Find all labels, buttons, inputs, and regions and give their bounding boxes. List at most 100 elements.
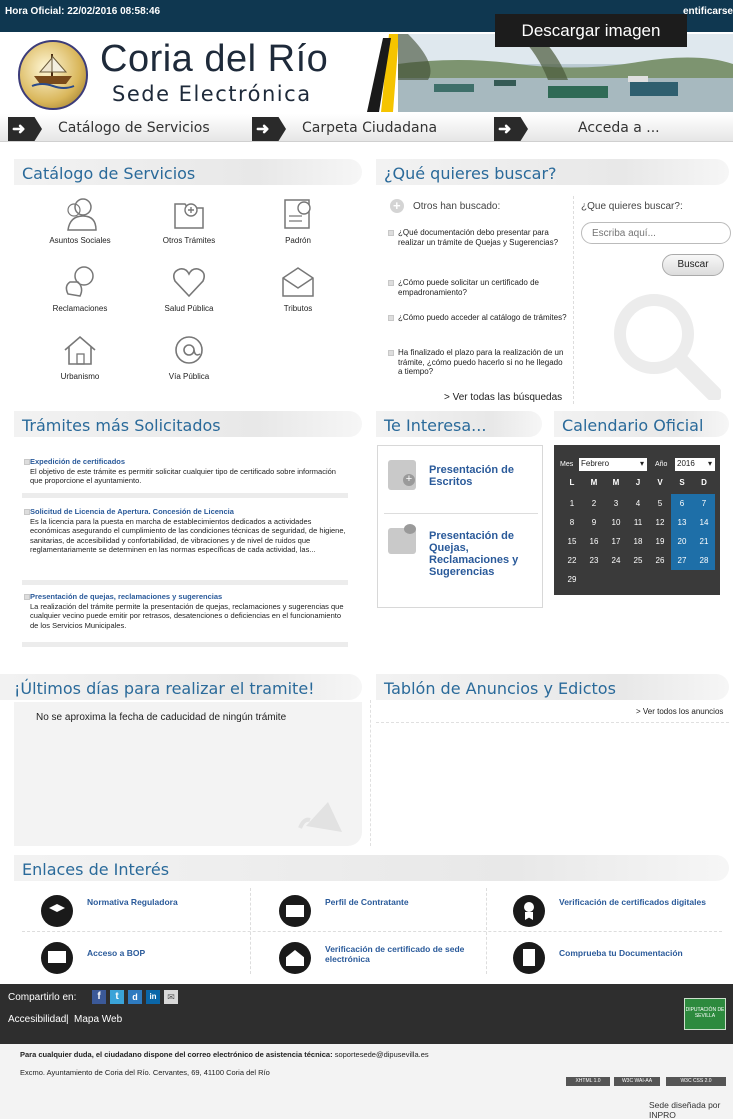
bullet-icon	[24, 594, 30, 600]
support-email[interactable]: soportesede@dipusevilla.es	[335, 1050, 429, 1059]
ultimos-panel: No se aproxima la fecha de caducidad de …	[14, 702, 362, 846]
calendar-day[interactable]: 9	[583, 513, 605, 532]
calendar-day[interactable]: 8	[561, 513, 583, 532]
tramite-title[interactable]: Expedición de certificados	[30, 457, 346, 467]
tramite-title[interactable]: Solicitud de Licencia de Apertura. Conce…	[30, 507, 346, 517]
calendar-day[interactable]: 5	[649, 494, 671, 513]
service-salud-publica[interactable]: Salud Pública	[134, 264, 244, 313]
xhtml-badge[interactable]: XHTML 1.0	[566, 1077, 610, 1086]
divider	[376, 722, 729, 723]
delicious-icon[interactable]: d	[128, 990, 142, 1004]
nav-acceda[interactable]: ➜ Acceda a ...	[494, 114, 724, 142]
weekday: M	[612, 478, 620, 487]
calendar-day[interactable]: 7	[693, 494, 715, 513]
tramite-item[interactable]: Solicitud de Licencia de Apertura. Conce…	[24, 507, 346, 555]
calendar-day[interactable]: 20	[671, 532, 693, 551]
busqueda-heading: ¿Qué quieres buscar?	[376, 159, 729, 185]
search-suggestion[interactable]: ¿Cómo puedo acceder al catálogo de trámi…	[388, 313, 568, 323]
calendar-day[interactable]: 6	[671, 494, 693, 513]
search-suggestion[interactable]: ¿Cómo puede solicitar un certificado de …	[388, 278, 568, 297]
calendar-day[interactable]: 15	[561, 532, 583, 551]
catalogo-heading: Catálogo de Servicios	[14, 159, 362, 185]
service-label: Reclamaciones	[52, 304, 108, 313]
twitter-icon[interactable]: t	[110, 990, 124, 1004]
chat-bubbles-icon	[65, 266, 94, 297]
wai-badge[interactable]: W3C WAI-AA	[614, 1077, 660, 1086]
search-suggestion[interactable]: Ha finalizado el plazo para la realizaci…	[388, 348, 568, 377]
search-input[interactable]	[581, 222, 731, 244]
designed-by: Sede diseñada por INPRO	[649, 1100, 721, 1119]
service-otros-tramites[interactable]: Otros Trámites	[134, 196, 244, 245]
email-share-icon[interactable]: ✉	[164, 990, 178, 1004]
calendar-day[interactable]: 4	[627, 494, 649, 513]
service-asuntos-sociales[interactable]: Asuntos Sociales	[25, 196, 135, 245]
linkedin-icon[interactable]: in	[146, 990, 160, 1004]
calendar-day[interactable]: 16	[583, 532, 605, 551]
nav-carpeta[interactable]: ➜ Carpeta Ciudadana	[252, 114, 482, 142]
calendar-day[interactable]: 24	[605, 551, 627, 570]
accesibilidad-link[interactable]: Accesibilidad	[8, 1014, 66, 1025]
id-card-icon	[279, 895, 311, 927]
calendar-day[interactable]: 3	[605, 494, 627, 513]
calendar-day[interactable]: 23	[583, 551, 605, 570]
search-suggestion[interactable]: ¿Qué documentación debo presentar para r…	[388, 228, 568, 247]
calendar-day[interactable]: 1	[561, 494, 583, 513]
document-add-icon: +	[388, 460, 416, 490]
weekday-row: L M M J V S D	[554, 473, 720, 492]
service-tributos[interactable]: Tributos	[243, 264, 353, 313]
calendar-day[interactable]: 27	[671, 551, 693, 570]
service-via-publica[interactable]: Vía Pública	[134, 332, 244, 381]
calendar-day[interactable]: 14	[693, 513, 715, 532]
mes-label: Mes	[560, 461, 574, 468]
diputacion-sevilla-logo[interactable]: DIPUTACIÓN DE SEVILLA	[684, 998, 726, 1030]
interesa-heading: Te Interesa...	[376, 411, 542, 437]
css-badge[interactable]: W3C CSS 2.0	[666, 1077, 726, 1086]
calendar-day[interactable]: 19	[649, 532, 671, 551]
calendar-day[interactable]: 21	[693, 532, 715, 551]
identify-link[interactable]: entificarse	[683, 6, 733, 17]
month-select[interactable]: Febrero ▾	[579, 458, 647, 471]
calendar-day[interactable]: 11	[627, 513, 649, 532]
plus-circle-icon: +	[390, 198, 404, 213]
service-padron[interactable]: Padrón	[243, 196, 353, 245]
enlace-verificacion-sede[interactable]: Verificación de certificado de sede elec…	[325, 944, 475, 964]
download-image-button[interactable]: Descargar imagen	[495, 14, 687, 47]
calendar-day[interactable]: 18	[627, 532, 649, 551]
enlaces-panel: Normativa Reguladora Perfil de Contratan…	[14, 882, 729, 982]
calendar-day[interactable]: 26	[649, 551, 671, 570]
calendar-day[interactable]: 22	[561, 551, 583, 570]
mapa-web-link[interactable]: Mapa Web	[74, 1014, 122, 1025]
tramite-item[interactable]: Presentación de quejas, reclamaciones y …	[24, 592, 346, 630]
tramite-item[interactable]: Expedición de certificados El objetivo d…	[24, 457, 346, 486]
ver-todos-anuncios-link[interactable]: > Ver todos los anuncios	[636, 707, 723, 716]
enlace-bop[interactable]: Acceso a BOP	[87, 948, 237, 958]
ver-todas-link[interactable]: > Ver todas las búsquedas	[444, 392, 562, 403]
enlace-normativa[interactable]: Normativa Reguladora	[87, 897, 237, 907]
envelope-icon	[282, 267, 314, 297]
service-urbanismo[interactable]: Urbanismo	[25, 332, 135, 381]
tramites-heading: Trámites más Solicitados	[14, 411, 362, 437]
calendar-day[interactable]: 17	[605, 532, 627, 551]
enlace-verificacion-certificados[interactable]: Verificación de certificados digitales	[559, 897, 729, 907]
calendar-day[interactable]: 12	[649, 513, 671, 532]
interesa-link-escritos[interactable]: Presentación de Escritos	[429, 464, 537, 488]
address-text: Excmo. Ayuntamiento de Coria del Río. Ce…	[20, 1068, 270, 1077]
calendar-day[interactable]: 29	[561, 570, 583, 589]
calendar-day[interactable]: 28	[693, 551, 715, 570]
search-button[interactable]: Buscar	[662, 254, 724, 276]
calendar-day[interactable]: 10	[605, 513, 627, 532]
interesa-link-quejas[interactable]: Presentación de Quejas, Reclamaciones y …	[429, 530, 539, 578]
year-select[interactable]: 2016 ▾	[675, 458, 715, 471]
at-sign-icon	[175, 336, 203, 364]
interesa-box: + Presentación de Escritos Presentación …	[377, 445, 543, 608]
service-reclamaciones[interactable]: Reclamaciones	[25, 264, 135, 313]
calendar-day[interactable]: 13	[671, 513, 693, 532]
enlace-perfil-contratante[interactable]: Perfil de Contratante	[325, 897, 475, 907]
calendar-day[interactable]: 2	[583, 494, 605, 513]
nav-catalogo[interactable]: ➜ Catálogo de Servicios	[8, 114, 238, 142]
tramite-title[interactable]: Presentación de quejas, reclamaciones y …	[30, 592, 346, 602]
document-icon	[513, 942, 545, 974]
enlace-comprueba-documentacion[interactable]: Comprueba tu Documentación	[559, 948, 729, 958]
calendar-day[interactable]: 25	[627, 551, 649, 570]
facebook-icon[interactable]: f	[92, 990, 106, 1004]
